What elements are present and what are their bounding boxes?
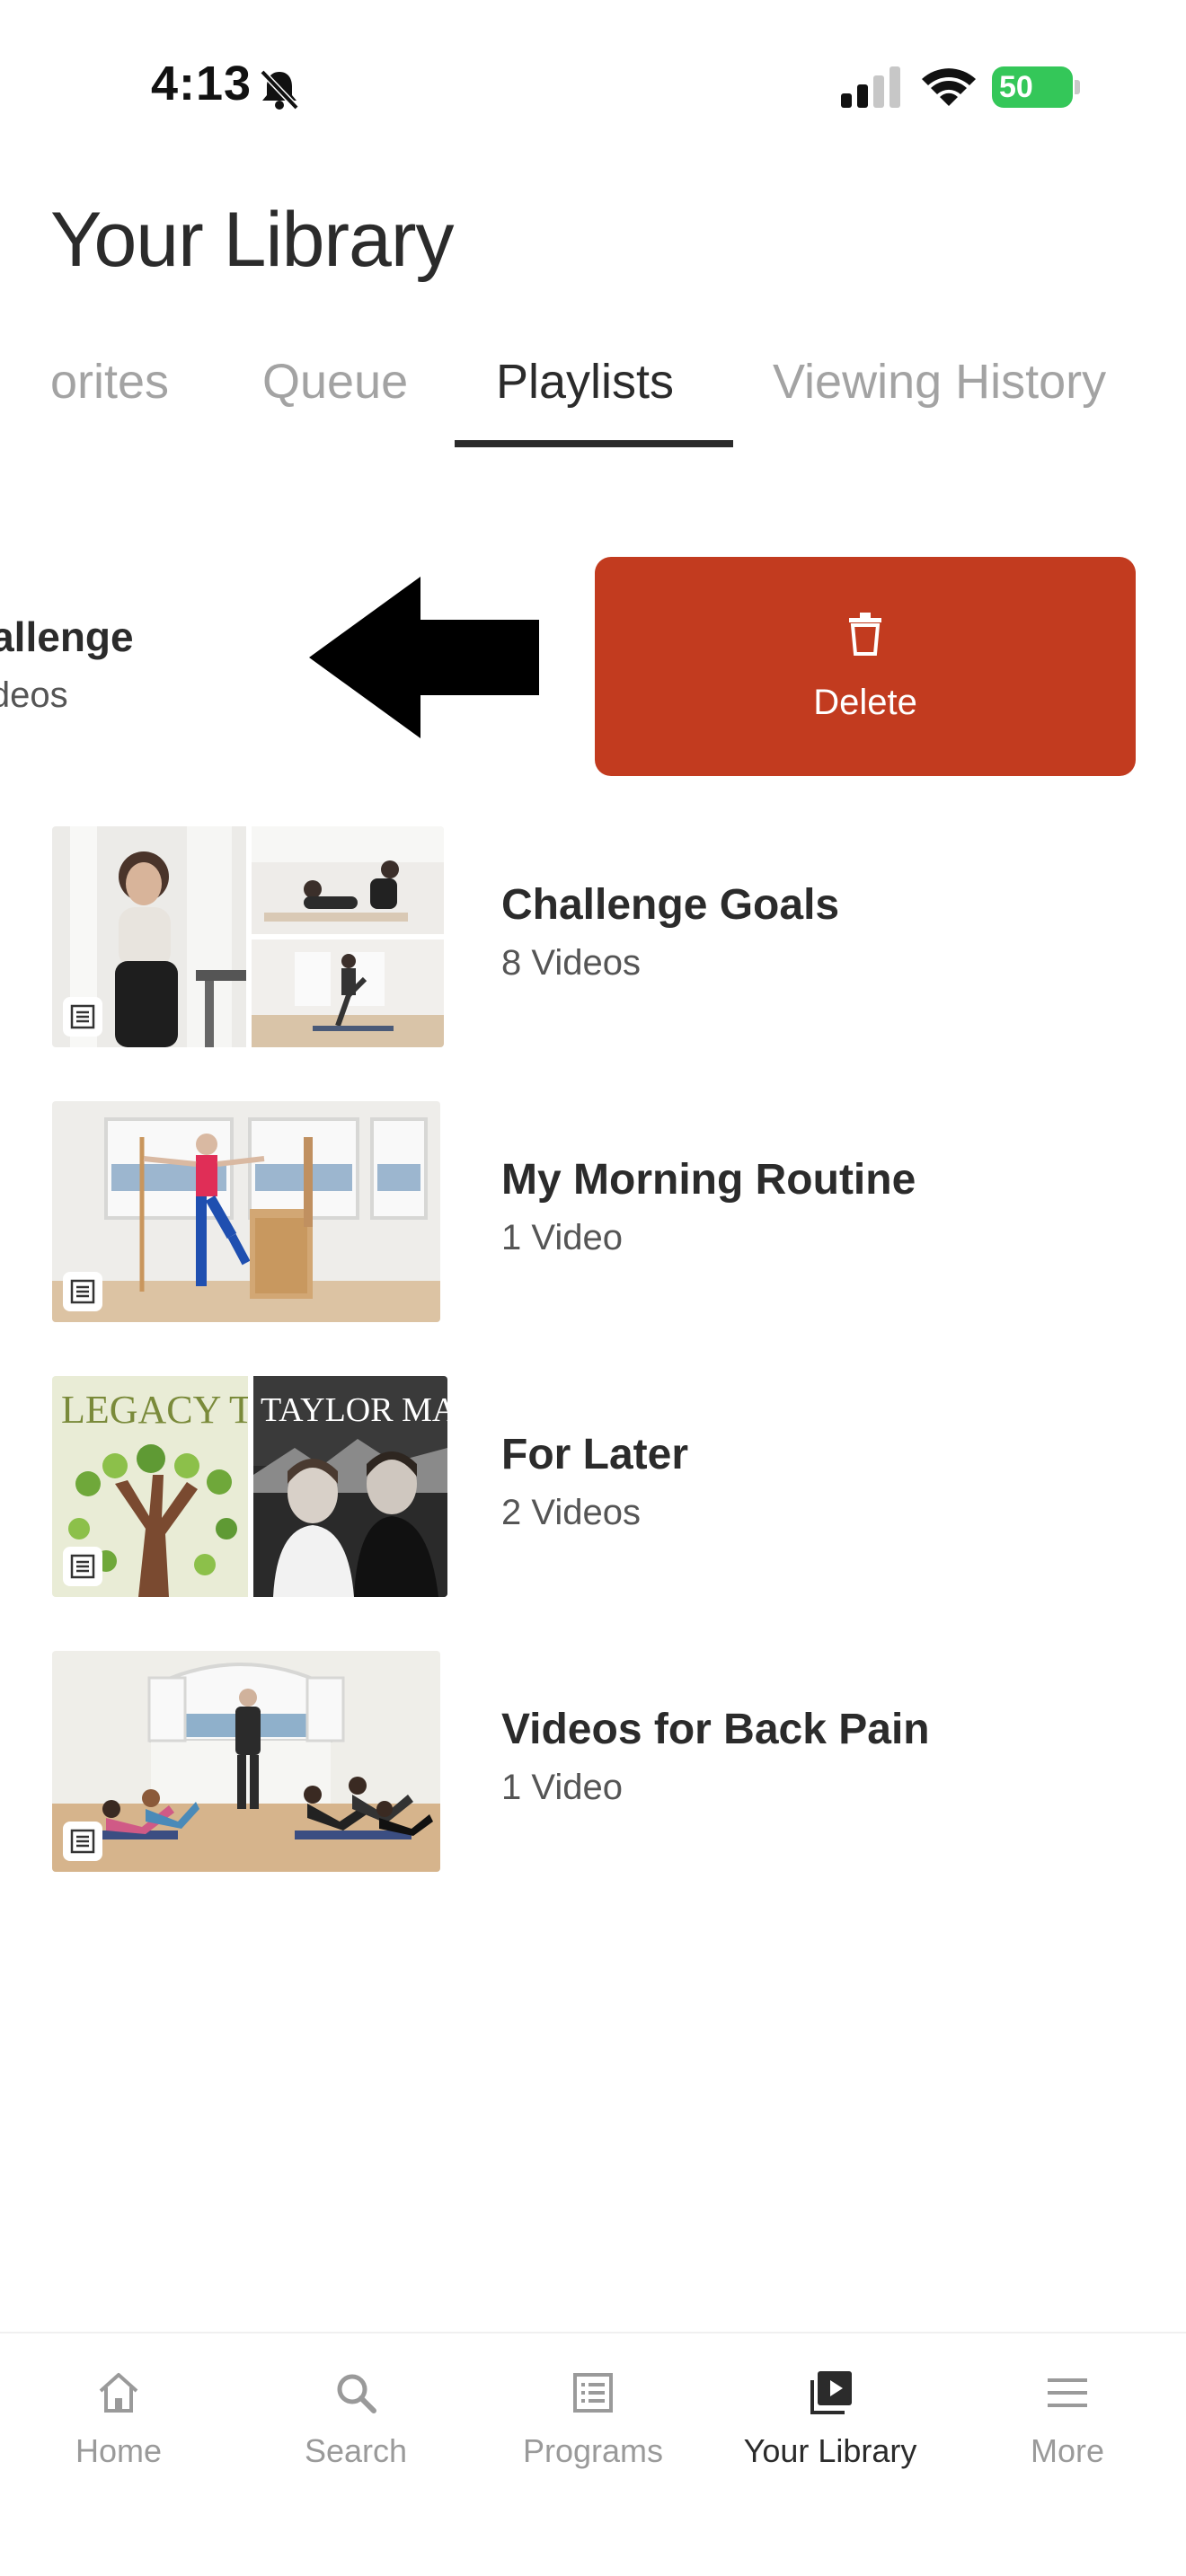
battery-body: 50 (992, 66, 1073, 108)
nav-item-search[interactable]: Search (257, 2360, 455, 2495)
bell-off-icon (260, 69, 299, 110)
swiped-playlist-row[interactable]: hallenge Videos Delete (0, 550, 1186, 783)
playlist-thumbnail (52, 826, 444, 1047)
list-icon (70, 1554, 95, 1579)
swiped-playlist-count: Videos (0, 675, 68, 715)
nav-item-programs[interactable]: Programs (494, 2360, 692, 2495)
tab-favorites[interactable]: orites (50, 354, 169, 410)
playlist-item-my-morning-routine[interactable]: My Morning Routine 1 Video (0, 1101, 1186, 1326)
battery-indicator: 50 (992, 66, 1080, 108)
taylor-made-thumb-text: TAYLOR MADE (261, 1391, 447, 1429)
delete-button[interactable]: Delete (595, 557, 1136, 776)
playlist-title: Videos for Back Pain (501, 1706, 930, 1753)
status-time: 4:13 (151, 57, 252, 110)
list-icon (70, 1004, 95, 1029)
delete-label: Delete (813, 683, 917, 722)
playlist-badge (63, 1547, 102, 1586)
playlist-video-count: 2 Videos (501, 1493, 641, 1532)
playlist-item-challenge-goals[interactable]: Challenge Goals 8 Videos (0, 826, 1186, 1051)
tab-queue[interactable]: Queue (262, 354, 408, 410)
nav-label: Your Library (743, 2432, 917, 2469)
playlist-badge (63, 1272, 102, 1311)
trash-icon (849, 613, 881, 656)
list-icon (70, 1279, 95, 1304)
nav-item-your-library[interactable]: Your Library (731, 2360, 929, 2495)
playlist-title: Challenge Goals (501, 881, 840, 929)
playlist-item-videos-for-back-pain[interactable]: Videos for Back Pain 1 Video (0, 1651, 1186, 1875)
playlist-video-count: 1 Video (501, 1218, 623, 1257)
nav-label: More (1030, 2432, 1105, 2469)
search-icon (337, 2374, 376, 2413)
tab-viewing-history[interactable]: Viewing History (773, 354, 1106, 410)
nav-item-home[interactable]: Home (20, 2360, 217, 2495)
playlist-badge (63, 1822, 102, 1861)
list-icon (70, 1829, 95, 1854)
swiped-playlist-title: hallenge (0, 613, 134, 660)
nav-label: Search (304, 2432, 408, 2469)
playlist-thumbnail: LEGACY T TAYLOR MADE (52, 1376, 447, 1597)
battery-level: 50 (999, 70, 1033, 104)
playlist-video-count: 1 Video (501, 1768, 623, 1807)
page-title: Your Library (50, 197, 455, 283)
tab-playlists[interactable]: Playlists (496, 354, 674, 410)
active-tab-indicator (455, 440, 733, 447)
playlist-thumbnail (52, 1101, 440, 1322)
nav-item-more[interactable]: More (969, 2360, 1166, 2495)
playlist-thumbnail (52, 1651, 440, 1872)
legacy-thumb-text: LEGACY T (61, 1388, 253, 1432)
playlist-title: My Morning Routine (501, 1156, 916, 1204)
battery-cap (1075, 80, 1080, 94)
playlist-title: For Later (501, 1431, 689, 1478)
cellular-signal-icon (841, 66, 900, 108)
bottom-nav: Home Search Programs Your Library More (0, 2332, 1186, 2576)
playlist-video-count: 8 Videos (501, 943, 641, 983)
playlist-item-for-later[interactable]: LEGACY T TAYLOR MADE (0, 1376, 1186, 1601)
library-tabs: orites Queue Playlists Viewing History (0, 341, 1186, 458)
programs-icon (573, 2373, 613, 2413)
home-icon (99, 2373, 138, 2413)
playlist-badge (63, 997, 102, 1037)
nav-label: Programs (522, 2432, 664, 2469)
status-bar: 4:13 50 (0, 0, 1186, 171)
library-icon (810, 2371, 852, 2414)
wifi-icon (922, 68, 976, 106)
swipe-left-arrow-icon (309, 577, 539, 738)
nav-label: Home (75, 2432, 163, 2469)
menu-icon (1048, 2378, 1087, 2407)
